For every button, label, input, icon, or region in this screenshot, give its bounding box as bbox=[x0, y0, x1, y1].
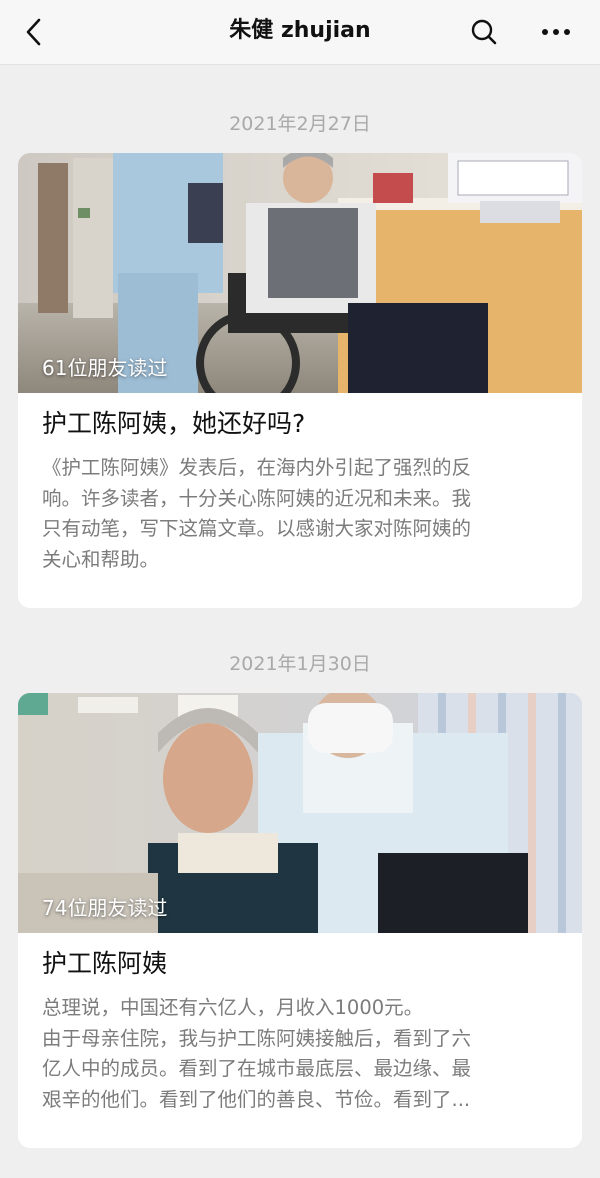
summary-line: 由于母亲住院，我与护工陈阿姨接触后，看到了六 bbox=[42, 1026, 472, 1050]
page-title: 朱健 zhujian bbox=[229, 18, 371, 43]
article-date: 2021年2月27日 bbox=[229, 113, 371, 135]
article-date: 2021年1月30日 bbox=[229, 653, 371, 675]
summary-line: 《护工陈阿姨》发表后，在海内外引起了强烈的反 bbox=[42, 456, 472, 479]
search-icon bbox=[471, 19, 497, 45]
article-card[interactable]: 61位朋友读过 护工陈阿姨，她还好吗? 《护工陈阿姨》发表后，在海内外引起了强烈… bbox=[18, 153, 582, 608]
summary-line: 总理说，中国还有六亿人，月收入1000元。 bbox=[42, 996, 424, 1019]
article-card[interactable]: 74位朋友读过 护工陈阿姨 总理说，中国还有六亿人，月收入1000元。 由于母亲… bbox=[18, 693, 582, 1148]
article-cover-image[interactable]: 61位朋友读过 bbox=[18, 153, 582, 393]
more-options-button[interactable] bbox=[534, 12, 578, 52]
read-count: 61位朋友读过 bbox=[42, 356, 168, 380]
more-horizontal-icon bbox=[542, 29, 570, 35]
summary-line: 艰辛的他们。看到了他们的善良、节俭。看到了... bbox=[42, 1087, 471, 1111]
summary-line: 关心和帮助。 bbox=[42, 547, 160, 571]
article-title[interactable]: 护工陈阿姨，她还好吗? bbox=[42, 407, 305, 441]
read-count: 74位朋友读过 bbox=[42, 896, 168, 920]
article-summary: 《护工陈阿姨》发表后，在海内外引起了强烈的反 响。许多读者，十分关心陈阿姨的近况… bbox=[42, 453, 562, 575]
top-nav-bar: 朱健 zhujian bbox=[0, 0, 600, 65]
article-summary: 总理说，中国还有六亿人，月收入1000元。 由于母亲住院，我与护工陈阿姨接触后，… bbox=[42, 993, 562, 1115]
summary-line: 只有动笔，写下这篇文章。以感谢大家对陈阿姨的 bbox=[42, 517, 472, 540]
article-cover-image[interactable]: 74位朋友读过 bbox=[18, 693, 582, 933]
summary-line: 响。许多读者，十分关心陈阿姨的近况和未来。我 bbox=[42, 486, 472, 510]
article-title[interactable]: 护工陈阿姨 bbox=[42, 947, 167, 981]
summary-line: 亿人中的成员。看到了在城市最底层、最边缘、最 bbox=[42, 1057, 472, 1080]
search-button[interactable] bbox=[464, 12, 504, 52]
